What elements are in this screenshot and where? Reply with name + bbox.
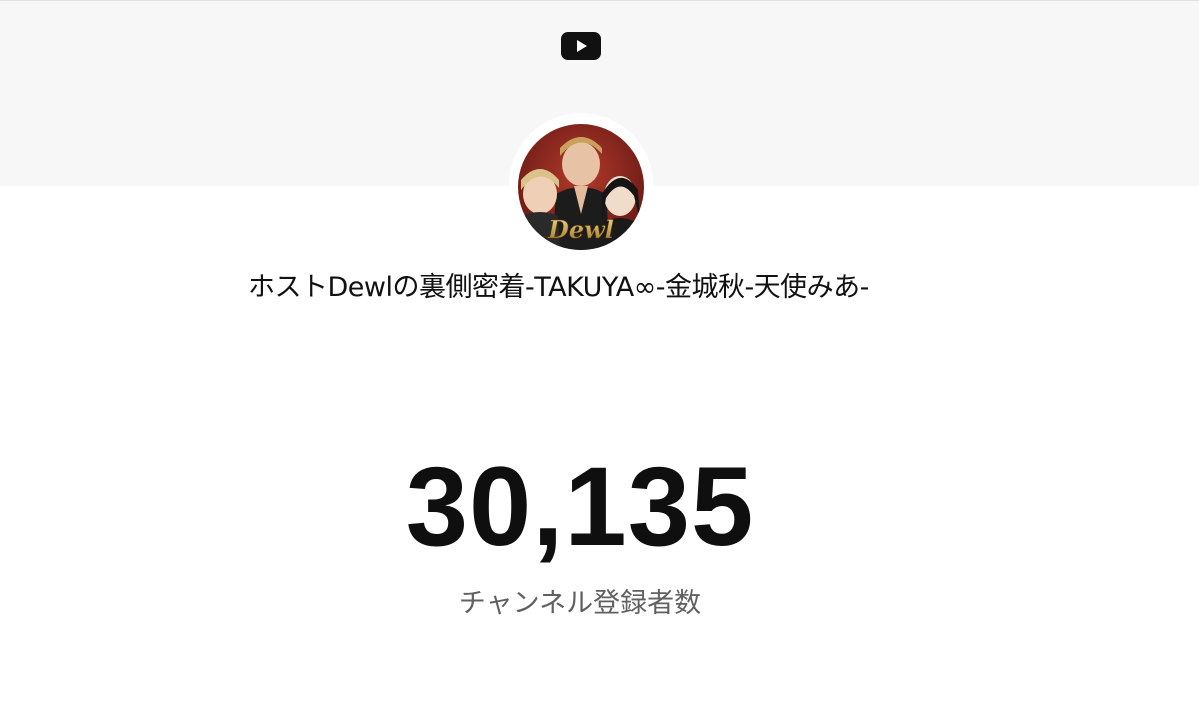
channel-name[interactable]: ホストDewlの裏側密着-TAKUYA∞-金城秋-天使みあ- [248,270,948,306]
youtube-play-icon[interactable] [561,32,601,60]
channel-stats-page: Dewl ホストDewlの裏側密着-TAKUYA∞-金城秋-天使みあ- 30,1… [0,0,1199,726]
subscriber-count: 30,135 [405,444,755,569]
subscriber-label: チャンネル登録者数 [458,588,702,619]
avatar-logo-text: Dewl [547,215,614,244]
channel-avatar[interactable]: Dewl [518,124,644,250]
